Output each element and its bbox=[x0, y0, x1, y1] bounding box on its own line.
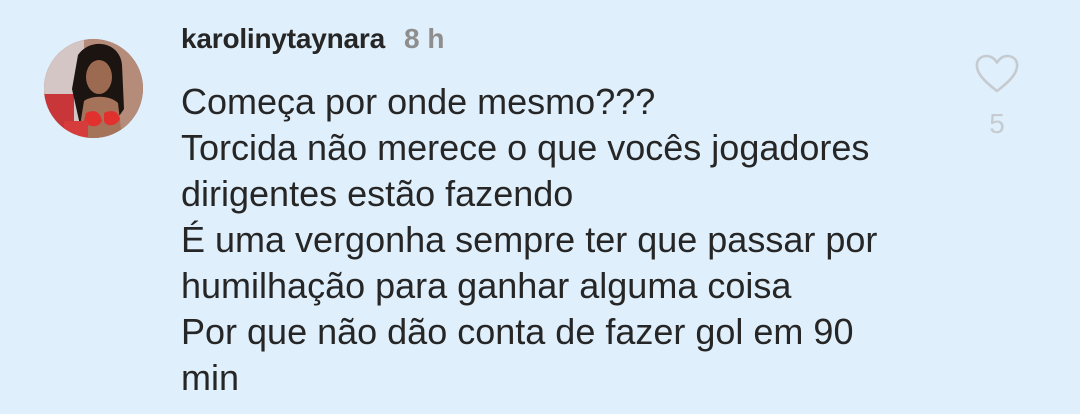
comment-line: humilhação para ganhar alguma coisa bbox=[181, 265, 792, 306]
comment-text: Começa por onde mesmo??? Torcida não mer… bbox=[181, 79, 951, 401]
comment-item: karolinytaynara 8 h Começa por onde mesm… bbox=[0, 0, 1080, 414]
comment-line: Começa por onde mesmo??? bbox=[181, 81, 656, 122]
comment-line: É uma vergonha sempre ter que passar por bbox=[181, 219, 878, 260]
comment-line: Torcida não merece o que vocês jogadores bbox=[181, 127, 870, 168]
like-count: 5 bbox=[989, 108, 1005, 139]
username-link[interactable]: karolinytaynara bbox=[181, 23, 385, 55]
comment-line: dirigentes estão fazendo bbox=[181, 173, 574, 214]
heart-outline-icon bbox=[975, 54, 1019, 93]
avatar-image bbox=[44, 39, 143, 138]
comment-line: Por que não dão conta de fazer gol em 90 bbox=[181, 311, 854, 352]
comment-line: min bbox=[181, 357, 240, 398]
comment-header: karolinytaynara 8 h bbox=[181, 23, 444, 61]
avatar[interactable] bbox=[44, 39, 143, 138]
like-button[interactable] bbox=[974, 54, 1020, 94]
timestamp: 8 h bbox=[404, 23, 445, 54]
